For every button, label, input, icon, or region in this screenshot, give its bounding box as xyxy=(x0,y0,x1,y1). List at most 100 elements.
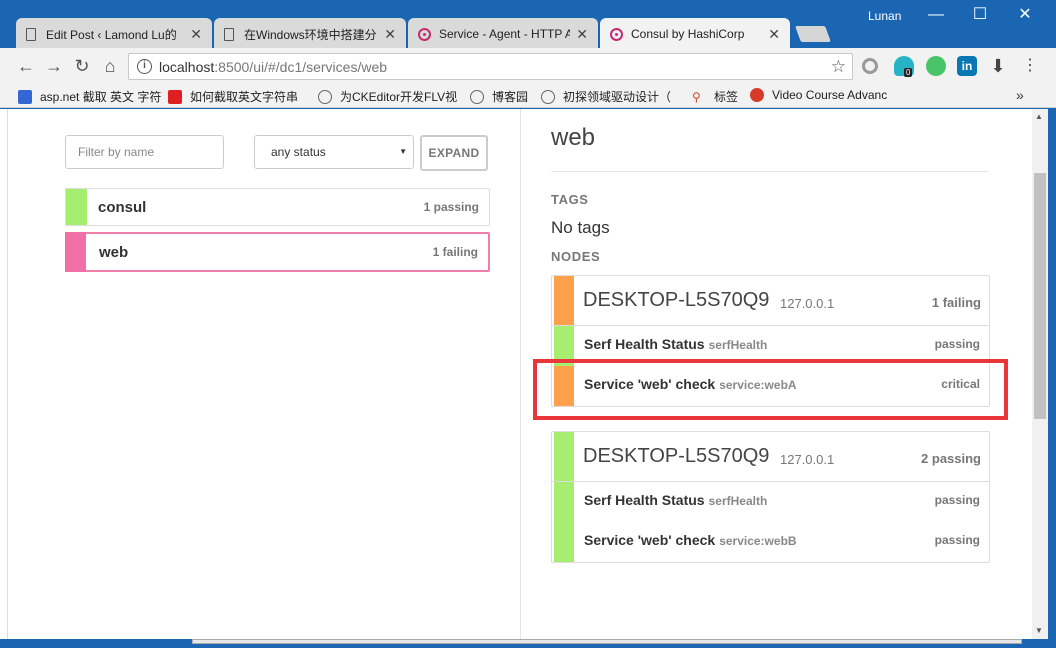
node-status: 2 passing xyxy=(921,451,981,466)
column-divider xyxy=(520,109,521,639)
scroll-down-icon[interactable]: ▼ xyxy=(1035,626,1043,635)
close-icon[interactable]: ✕ xyxy=(576,26,588,43)
back-arrow-icon[interactable]: ← xyxy=(14,54,38,78)
chevron-down-icon: ▼ xyxy=(399,147,407,156)
wechat-extension-icon[interactable] xyxy=(926,56,946,76)
bookmark-star-icon[interactable]: ☆ xyxy=(831,57,846,77)
record-extension-icon[interactable] xyxy=(862,58,878,74)
check-status: passing xyxy=(934,533,980,547)
info-icon[interactable]: i xyxy=(137,59,152,74)
bookmark-item[interactable]: ⚲ 标签 xyxy=(692,88,738,105)
check-name: Service 'web' check service:webB xyxy=(584,532,797,548)
close-icon[interactable]: ✕ xyxy=(190,26,202,43)
maximize-icon[interactable]: ☐ xyxy=(966,4,994,26)
bookmark-item[interactable]: 为CKEditor开发FLV视 xyxy=(318,88,457,105)
node-name: DESKTOP-L5S70Q9 xyxy=(583,289,770,311)
bookmark-item[interactable]: asp.net 截取 英文 字符 xyxy=(18,88,161,105)
bookmark-label: asp.net 截取 英文 字符 xyxy=(40,90,162,104)
bookmark-label: 标签 xyxy=(714,90,739,104)
close-window-icon[interactable]: ✕ xyxy=(1011,4,1039,26)
tab-edit-post[interactable]: Edit Post ‹ Lamond Lu的 ✕ xyxy=(16,18,212,50)
check-id: service:webB xyxy=(719,534,797,548)
service-status: 1 failing xyxy=(432,245,478,259)
tag-icon: ⚲ xyxy=(692,89,701,104)
service-row-web[interactable]: web 1 failing xyxy=(65,232,490,272)
bookmark-favicon-icon xyxy=(750,88,764,102)
check-id: serfHealth xyxy=(708,494,768,508)
node-card[interactable]: DESKTOP-L5S70Q9 127.0.0.1 2 passing Serf… xyxy=(551,431,990,563)
health-bar-failing xyxy=(65,232,86,272)
health-bar-warning xyxy=(554,276,574,325)
address-bar[interactable]: i localhost:8500/ui/#/dc1/services/web ☆ xyxy=(128,53,853,80)
document-icon xyxy=(224,27,234,41)
status-filter-value: any status xyxy=(271,145,326,159)
bookmark-item[interactable]: Video Course Advanc xyxy=(750,88,887,102)
health-bar-passing xyxy=(66,189,87,225)
tab-windows-env[interactable]: 在Windows环境中搭建分 ✕ xyxy=(214,18,406,50)
consul-icon xyxy=(418,27,431,41)
background-window-edge xyxy=(0,109,8,639)
bookmark-item[interactable]: 初探领域驱动设计（ xyxy=(541,88,671,105)
node-status: 1 failing xyxy=(931,295,981,310)
consul-page: any status ▼ EXPAND consul 1 passing web… xyxy=(8,109,1032,639)
menu-kebab-icon[interactable]: ⋮ xyxy=(1020,56,1040,76)
tab-title: Edit Post ‹ Lamond Lu的 xyxy=(46,27,177,42)
filter-by-name-input[interactable] xyxy=(65,135,224,169)
window-bottom-frame xyxy=(0,639,1056,648)
node-header[interactable]: DESKTOP-L5S70Q9 127.0.0.1 2 passing xyxy=(552,432,989,482)
tab-title: 在Windows环境中搭建分 xyxy=(244,27,377,42)
bookmark-favicon-icon xyxy=(168,89,182,104)
bookmarks-overflow-icon[interactable]: » xyxy=(1016,87,1024,103)
home-icon[interactable]: ⌂ xyxy=(98,54,122,78)
check-title: Serf Health Status xyxy=(584,492,705,508)
bookmark-label: 为CKEditor开发FLV视 xyxy=(340,90,458,104)
reload-icon[interactable]: ↻ xyxy=(70,54,94,78)
service-name: consul xyxy=(98,199,147,216)
tab-service-agent[interactable]: Service - Agent - HTTP A ✕ xyxy=(408,18,598,50)
bookmark-favicon-icon xyxy=(18,89,32,104)
node-ip: 127.0.0.1 xyxy=(780,452,835,467)
tags-value: No tags xyxy=(551,218,610,237)
check-row[interactable]: Serf Health Status serfHealth passing xyxy=(552,482,989,522)
check-status: passing xyxy=(934,493,980,507)
minimize-icon[interactable]: — xyxy=(922,4,950,26)
url-host: localhost xyxy=(159,59,215,75)
check-status: passing xyxy=(934,337,980,351)
scroll-up-icon[interactable]: ▲ xyxy=(1035,112,1043,121)
tab-title: Service - Agent - HTTP A xyxy=(439,27,571,41)
bookmark-favicon-icon xyxy=(470,89,484,104)
bookmark-label: 初探领域驱动设计（ xyxy=(563,90,672,104)
bookmark-label: 博客园 xyxy=(492,90,529,104)
service-status: 1 passing xyxy=(423,200,479,214)
service-name: web xyxy=(99,244,129,261)
bookmark-label: Video Course Advanc xyxy=(772,88,888,102)
close-icon[interactable]: ✕ xyxy=(768,26,780,43)
url-text[interactable]: localhost:8500/ui/#/dc1/services/web xyxy=(159,59,387,75)
scrollbar-thumb[interactable] xyxy=(1034,173,1046,419)
new-tab-button[interactable] xyxy=(795,26,831,42)
tags-label: TAGS xyxy=(551,192,589,207)
forward-arrow-icon[interactable]: → xyxy=(42,54,66,78)
status-filter-select[interactable]: any status ▼ xyxy=(254,135,414,169)
node-ip: 127.0.0.1 xyxy=(780,296,835,311)
check-id: serfHealth xyxy=(708,338,768,352)
expand-button[interactable]: EXPAND xyxy=(420,135,488,171)
bookmark-favicon-icon xyxy=(541,89,555,104)
profile-name[interactable]: Lunan xyxy=(868,9,901,23)
linkedin-icon[interactable]: in xyxy=(957,56,977,76)
check-row[interactable]: Service 'web' check service:webB passing xyxy=(552,522,989,562)
bookmarks-bar: asp.net 截取 英文 字符 如何截取英文字符串 为CKEditor开发FL… xyxy=(0,84,1056,108)
health-bar-passing xyxy=(554,432,574,481)
service-row-consul[interactable]: consul 1 passing xyxy=(65,188,490,226)
bookmark-favicon-icon xyxy=(318,89,332,104)
vertical-scrollbar[interactable]: ▲ ▼ xyxy=(1032,109,1048,639)
download-icon[interactable]: ⬇ xyxy=(988,56,1008,76)
url-path: :8500/ui/#/dc1/services/web xyxy=(214,59,388,75)
horizontal-scrollbar[interactable] xyxy=(192,639,1022,644)
tab-consul[interactable]: Consul by HashiCorp ✕ xyxy=(600,18,790,50)
bookmark-item[interactable]: 博客园 xyxy=(470,88,528,105)
check-title: Service 'web' check xyxy=(584,532,716,548)
bookmark-item[interactable]: 如何截取英文字符串 xyxy=(168,88,298,105)
close-icon[interactable]: ✕ xyxy=(384,26,396,43)
node-header[interactable]: DESKTOP-L5S70Q9 127.0.0.1 1 failing xyxy=(552,276,989,326)
